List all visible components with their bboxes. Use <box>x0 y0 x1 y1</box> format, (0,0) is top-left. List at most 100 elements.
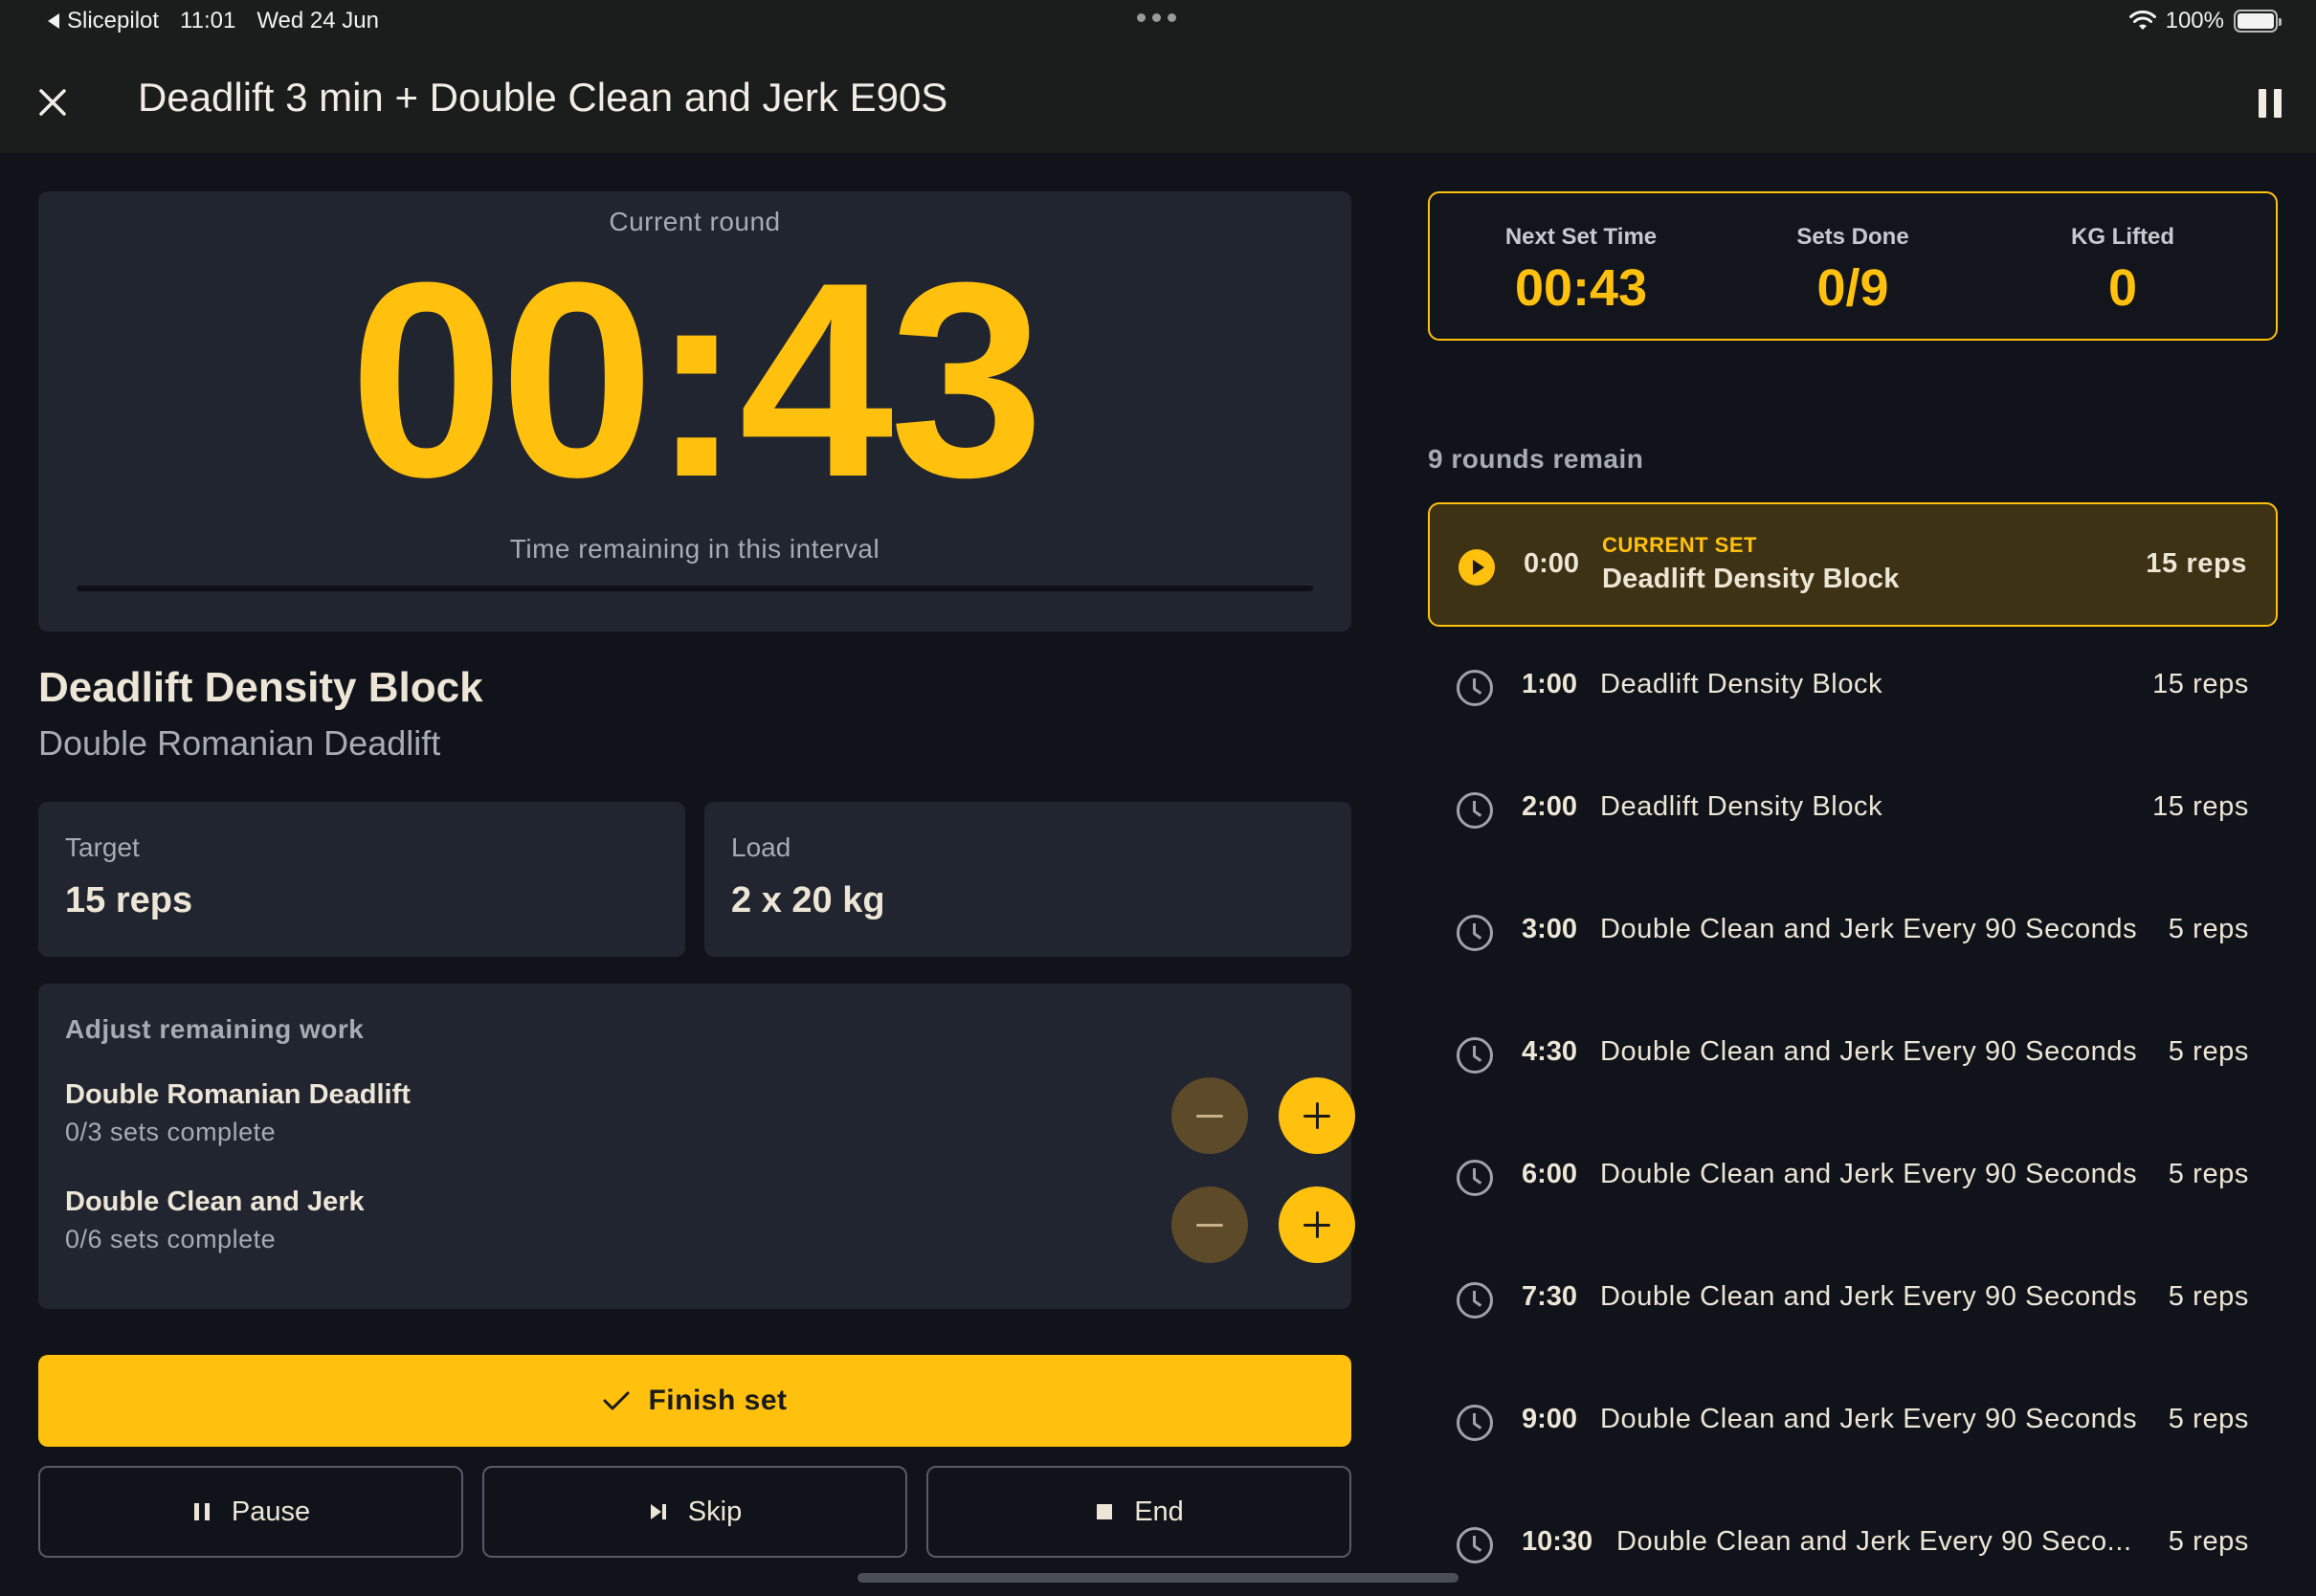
adjust-exercise-progress: 0/6 sets complete <box>65 1225 277 1253</box>
battery-icon <box>2234 10 2282 33</box>
round-time: 10:30 <box>1522 1526 1593 1557</box>
plus-icon-vertical <box>1315 1211 1319 1238</box>
round-time: 7:30 <box>1522 1281 1578 1312</box>
round-time: 2:00 <box>1522 791 1578 822</box>
round-item[interactable]: 1:00 Deadlift Density Block 15 reps <box>1428 625 2278 749</box>
round-reps: 15 reps <box>2152 669 2249 699</box>
status-bar: Slicepilot 11:01 Wed 24 Jun 100% <box>0 0 2316 48</box>
adjust-exercise-name: Double Clean and Jerk <box>65 1186 365 1217</box>
round-item-current[interactable]: 0:00 CURRENT SET Deadlift Density Block … <box>1428 502 2278 627</box>
wifi-icon <box>2128 11 2156 30</box>
round-name: Deadlift Density Block <box>1600 791 1883 822</box>
back-triangle-icon <box>48 13 59 29</box>
end-label: End <box>1134 1496 1184 1527</box>
increase-sets-button[interactable] <box>1279 1077 1355 1154</box>
adjust-row-romanian-deadlift: Double Romanian Deadlift 0/3 sets comple… <box>65 1077 1355 1175</box>
round-name: Deadlift Density Block <box>1602 564 1900 594</box>
minus-icon <box>1196 1114 1223 1118</box>
status-left: Slicepilot 11:01 Wed 24 Jun <box>48 8 379 34</box>
exercise-title: Deadlift Density Block <box>38 664 483 711</box>
sets-done-label: Sets Done <box>1796 224 1909 250</box>
back-to-app[interactable]: Slicepilot <box>48 8 159 34</box>
increase-sets-button[interactable] <box>1279 1186 1355 1263</box>
page-title: Deadlift 3 min + Double Clean and Jerk E… <box>138 75 948 120</box>
load-value: 2 x 20 kg <box>731 880 885 920</box>
clock-icon <box>1457 1282 1493 1319</box>
end-button[interactable]: End <box>926 1466 1351 1558</box>
round-time: 9:00 <box>1522 1404 1578 1434</box>
skip-label: Skip <box>687 1496 743 1527</box>
round-list[interactable]: 0:00 CURRENT SET Deadlift Density Block … <box>1428 502 2278 1596</box>
round-reps: 5 reps <box>2168 1159 2249 1189</box>
clock-icon <box>1457 1037 1493 1074</box>
decrease-sets-button[interactable] <box>1171 1077 1248 1154</box>
adjust-exercise-name: Double Romanian Deadlift <box>65 1079 411 1110</box>
round-name: Deadlift Density Block <box>1600 669 1883 699</box>
play-icon <box>1459 549 1495 586</box>
round-time: 6:00 <box>1522 1159 1578 1189</box>
round-item[interactable]: 9:00 Double Clean and Jerk Every 90 Seco… <box>1428 1360 2278 1484</box>
clock-icon <box>1457 915 1493 951</box>
workout-summary: Next Set Time 00:43 Sets Done 0/9 KG Lif… <box>1428 191 2278 341</box>
clock-icon <box>1457 670 1493 706</box>
round-item[interactable]: 2:00 Deadlift Density Block 15 reps <box>1428 747 2278 872</box>
pause-button[interactable]: Pause <box>38 1466 463 1558</box>
adjust-remaining-work-card: Adjust remaining work Double Romanian De… <box>38 984 1355 1309</box>
pause-top-button[interactable] <box>2249 82 2291 124</box>
round-reps: 5 reps <box>2168 1036 2249 1067</box>
target-label: Target <box>65 832 140 862</box>
next-set-time-value: 00:43 <box>1514 259 1648 317</box>
round-item[interactable]: 3:00 Double Clean and Jerk Every 90 Seco… <box>1428 870 2278 994</box>
home-indicator[interactable] <box>857 1573 1459 1583</box>
app-header: Deadlift 3 min + Double Clean and Jerk E… <box>0 48 2316 153</box>
round-item[interactable]: 4:30 Double Clean and Jerk Every 90 Seco… <box>1428 992 2278 1117</box>
close-icon <box>39 89 66 116</box>
status-right: 100% <box>2128 8 2282 34</box>
pause-icon <box>2259 89 2266 118</box>
adjust-exercise-progress: 0/3 sets complete <box>65 1118 277 1146</box>
adjust-title: Adjust remaining work <box>65 1014 365 1044</box>
round-item[interactable]: 7:30 Double Clean and Jerk Every 90 Seco… <box>1428 1237 2278 1362</box>
back-app-label: Slicepilot <box>67 8 160 33</box>
sets-done-value: 0/9 <box>1816 259 1889 317</box>
round-item[interactable]: 10:30 Double Clean and Jerk Every 90 Sec… <box>1428 1482 2278 1596</box>
finish-set-button[interactable]: Finish set <box>38 1355 1351 1447</box>
round-reps: 5 reps <box>2168 1526 2249 1557</box>
round-reps: 15 reps <box>2146 548 2247 579</box>
sets-done-stat: Sets Done 0/9 <box>1719 193 1987 339</box>
round-time: 3:00 <box>1522 914 1578 944</box>
minus-icon <box>1196 1223 1223 1227</box>
kg-lifted-value: 0 <box>2107 259 2138 317</box>
skip-button[interactable]: Skip <box>482 1466 907 1558</box>
load-label: Load <box>731 832 791 862</box>
battery-percent: 100% <box>2165 8 2224 33</box>
round-reps: 5 reps <box>2168 1404 2249 1434</box>
multitasking-dots-icon[interactable] <box>1137 13 1176 22</box>
clock-icon <box>1457 792 1493 829</box>
round-name: Double Clean and Jerk Every 90 Seconds <box>1600 1036 2138 1067</box>
close-button[interactable] <box>29 78 77 126</box>
status-date: Wed 24 Jun <box>256 8 379 33</box>
decrease-sets-button[interactable] <box>1171 1186 1248 1263</box>
target-card: Target 15 reps <box>38 802 685 957</box>
round-name: Double Clean and Jerk Every 90 Seconds <box>1600 1404 2138 1434</box>
round-reps: 5 reps <box>2168 1281 2249 1312</box>
round-time: 4:30 <box>1522 1036 1578 1067</box>
kg-lifted-label: KG Lifted <box>2071 224 2174 250</box>
round-name: Double Clean and Jerk Every 90 Seconds <box>1600 1159 2138 1189</box>
exercise-subtitle: Double Romanian Deadlift <box>38 723 441 763</box>
round-reps: 5 reps <box>2168 914 2249 944</box>
status-time: 11:01 <box>180 8 236 33</box>
round-reps: 15 reps <box>2152 791 2249 822</box>
round-name: Double Clean and Jerk Every 90 Seconds <box>1600 914 2138 944</box>
round-item[interactable]: 6:00 Double Clean and Jerk Every 90 Seco… <box>1428 1115 2278 1239</box>
target-value: 15 reps <box>65 880 193 920</box>
current-set-kicker: CURRENT SET <box>1602 533 1757 557</box>
load-card: Load 2 x 20 kg <box>704 802 1351 957</box>
round-time: 1:00 <box>1522 669 1578 699</box>
round-name: Double Clean and Jerk Every 90 Seconds <box>1600 1281 2138 1312</box>
countdown-timer: 00:43 <box>349 225 1044 535</box>
pause-label: Pause <box>231 1496 311 1527</box>
timer-subtitle: Time remaining in this interval <box>509 534 880 564</box>
round-time: 0:00 <box>1524 548 1580 579</box>
